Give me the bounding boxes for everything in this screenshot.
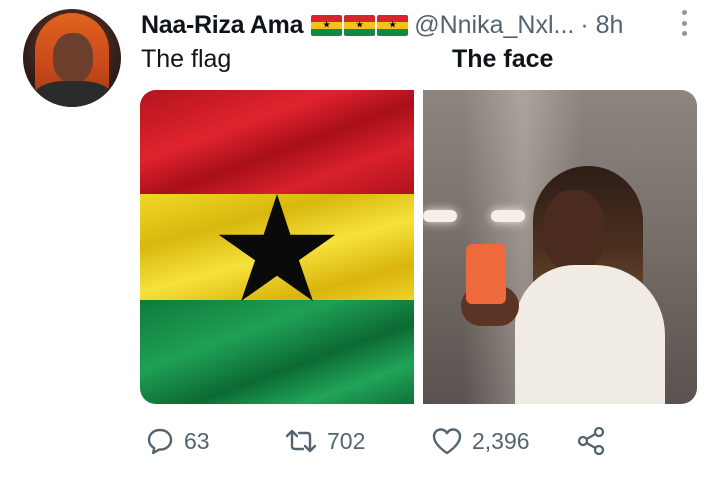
tweet-actions: 63 702 2,396 [0,416,720,466]
wall-lamp [491,210,525,222]
share-button[interactable] [575,416,607,466]
more-options-icon[interactable] [677,10,691,36]
avatar-shoulder [33,81,113,107]
ghana-flag-icon: ★ [344,14,376,36]
avatar-face [53,33,93,83]
ghana-flag-icon: ★ [377,14,409,36]
retweet-count: 702 [327,427,366,454]
ghana-flag-image[interactable] [140,90,414,404]
author-name[interactable]: Naa-Riza Ama [141,11,304,40]
subject-shirt [515,265,665,404]
caption-left: The flag [141,45,232,73]
share-icon [577,426,605,456]
subject-head [543,190,605,272]
author-handle[interactable]: @Nnika_Nxl... [414,11,574,40]
reply-button[interactable]: 63 [145,416,210,466]
tweet-time[interactable]: · 8h [580,11,623,40]
like-count: 2,396 [472,427,530,454]
heart-icon [432,428,462,455]
black-star-icon [218,194,336,301]
subject-phone [466,244,506,304]
tweet-header: Naa-Riza Ama ★ ★ ★ @Nnika_Nxl... · 8h [141,8,623,42]
wall-lamp [423,210,457,222]
caption-right: The face [452,45,554,73]
author-avatar[interactable] [23,9,121,107]
tweet-media [140,90,697,404]
selfie-image[interactable] [423,90,697,404]
reply-count: 63 [184,427,210,454]
reply-icon [147,428,173,455]
like-button[interactable]: 2,396 [431,416,530,466]
retweet-icon [285,429,317,453]
author-flags: ★ ★ ★ [311,14,409,36]
retweet-button[interactable]: 702 [284,416,365,466]
ghana-flag-icon: ★ [311,14,343,36]
